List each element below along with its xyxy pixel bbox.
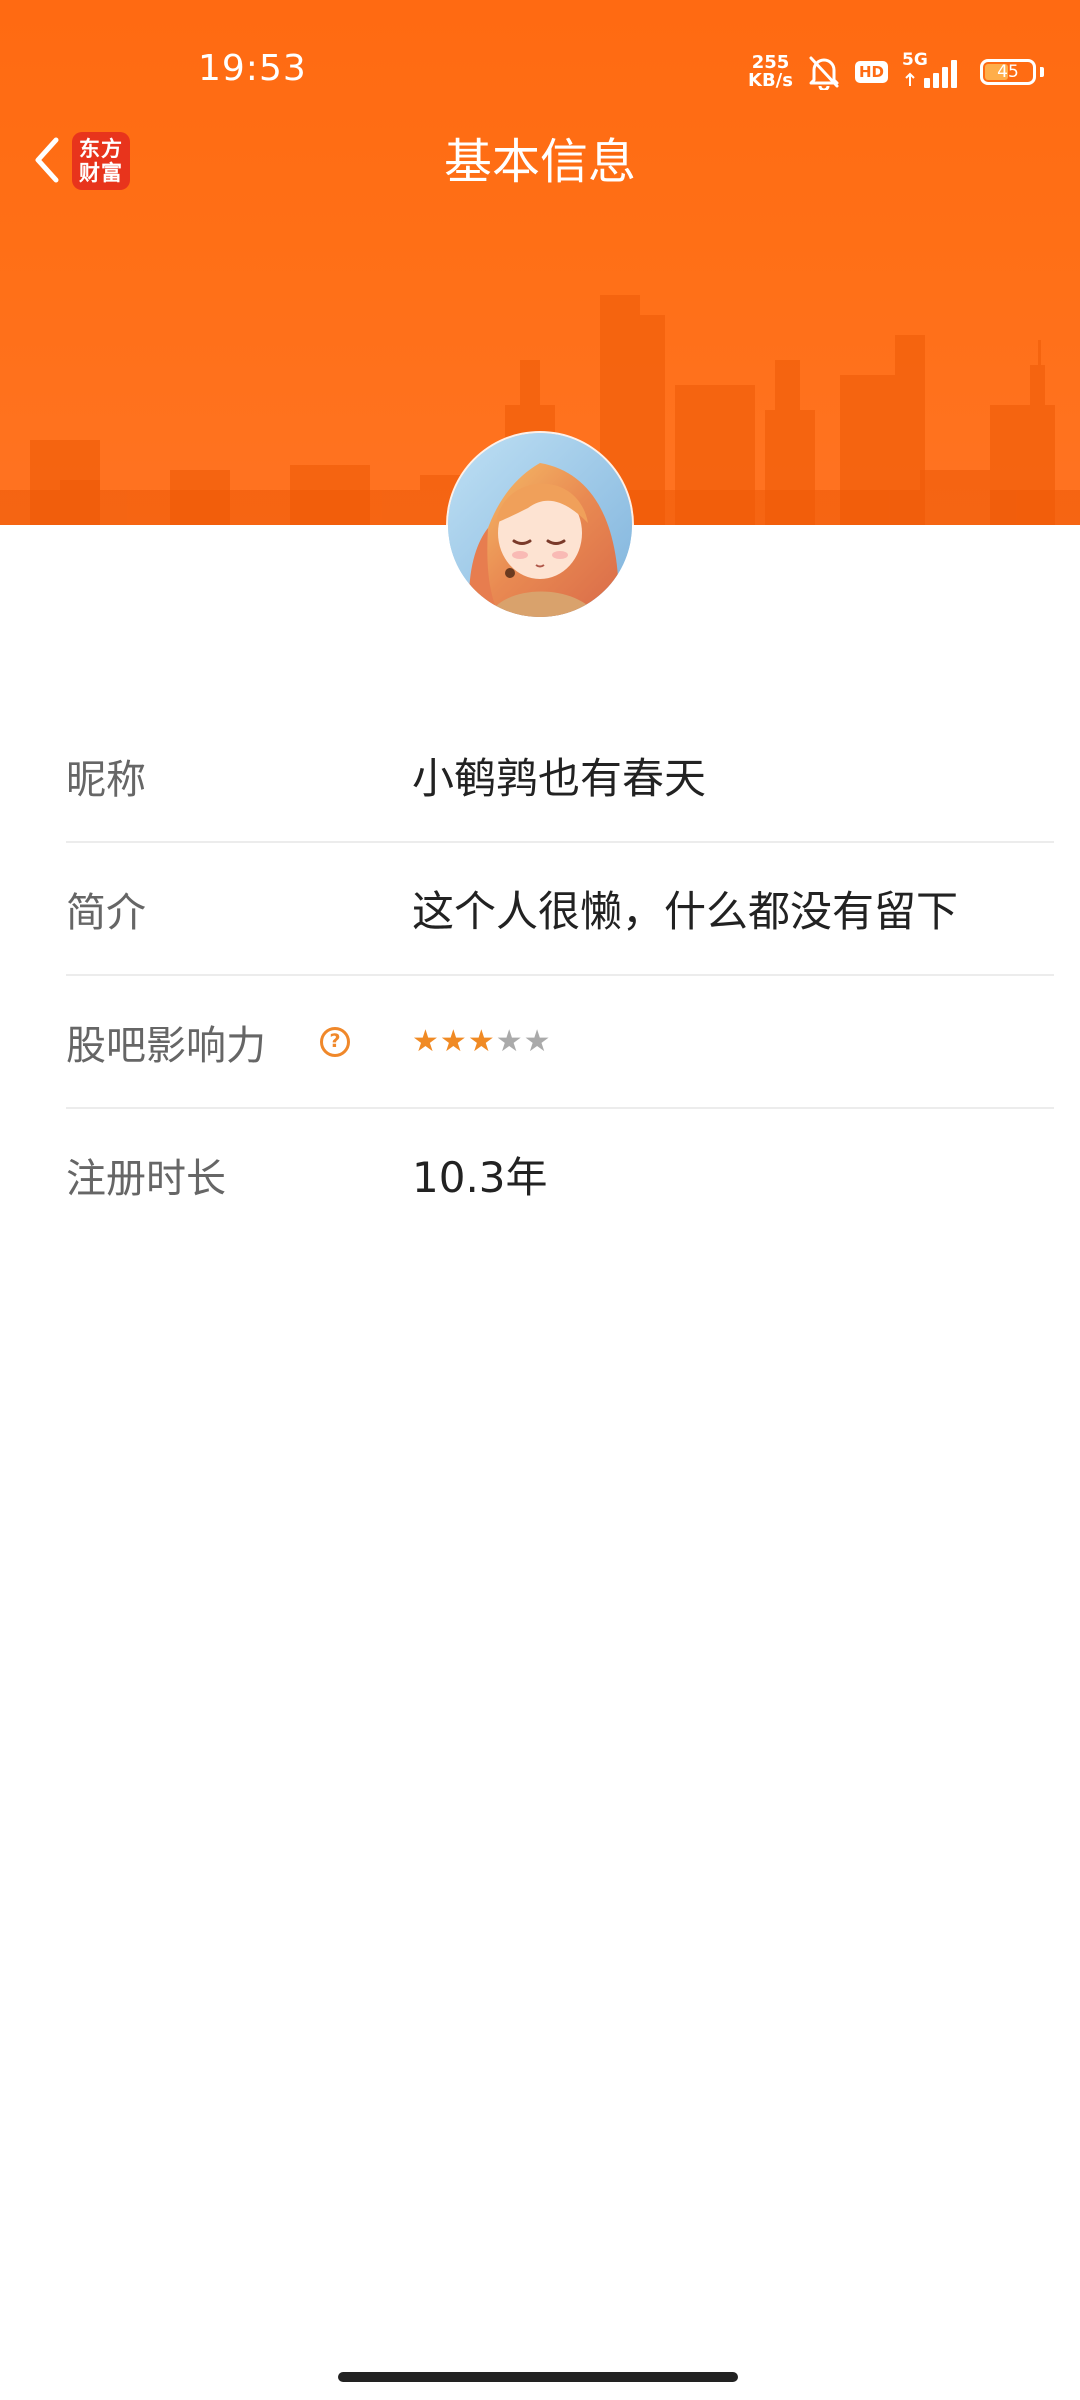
influence-rating: ★ ★ ★ ★ ★ xyxy=(412,1023,551,1059)
network-speed: 255 KB/s xyxy=(748,54,793,90)
info-row-nickname: 昵称 小鹌鹑也有春天 xyxy=(66,710,1054,843)
status-time: 19:53 xyxy=(198,48,307,89)
status-icons: 255 KB/s HD 5G 45 xyxy=(748,50,1044,94)
info-row-bio: 简介 这个人很懒，什么都没有留下 xyxy=(66,843,1054,976)
network-speed-unit: KB/s xyxy=(748,70,793,91)
signal-icon: 5G xyxy=(902,50,966,90)
info-row-influence: 股吧影响力 ? ★ ★ ★ ★ ★ xyxy=(66,976,1054,1109)
bio-value: 这个人很懒，什么都没有留下 xyxy=(412,887,959,936)
registration-value: 10.3年 xyxy=(412,1153,548,1202)
battery-level: 45 xyxy=(997,62,1019,82)
influence-label-wrap: 股吧影响力 ? xyxy=(66,1013,412,1071)
info-list: 昵称 小鹌鹑也有春天 简介 这个人很懒，什么都没有留下 股吧影响力 ? ★ ★ ★ ★… xyxy=(66,710,1054,1240)
star-empty-icon: ★ xyxy=(495,1023,523,1059)
star-filled-icon: ★ xyxy=(467,1023,495,1059)
influence-label: 股吧影响力 xyxy=(66,1022,266,1069)
battery-tip xyxy=(1040,67,1044,77)
nickname-value: 小鹌鹑也有春天 xyxy=(412,754,707,803)
battery-icon: 45 xyxy=(980,59,1036,85)
basic-info-page: 19:53 255 KB/s HD 5G 45 东方 财富 基本信息 昵称 小鹌… xyxy=(0,0,1080,2400)
bio-label: 简介 xyxy=(66,889,146,936)
info-row-registration: 注册时长 10.3年 xyxy=(66,1109,1054,1240)
star-empty-icon: ★ xyxy=(523,1023,551,1059)
home-indicator[interactable] xyxy=(338,2372,738,2382)
hd-icon: HD xyxy=(854,61,888,83)
mute-bell-icon xyxy=(809,56,839,90)
page-title: 基本信息 xyxy=(443,134,636,190)
nickname-label: 昵称 xyxy=(66,756,146,803)
anime-avatar-image xyxy=(448,433,632,617)
star-filled-icon: ★ xyxy=(412,1023,439,1059)
user-avatar[interactable] xyxy=(448,433,632,617)
question-circle-icon[interactable]: ? xyxy=(320,1026,350,1057)
registration-label: 注册时长 xyxy=(66,1155,226,1202)
star-filled-icon: ★ xyxy=(439,1023,467,1059)
